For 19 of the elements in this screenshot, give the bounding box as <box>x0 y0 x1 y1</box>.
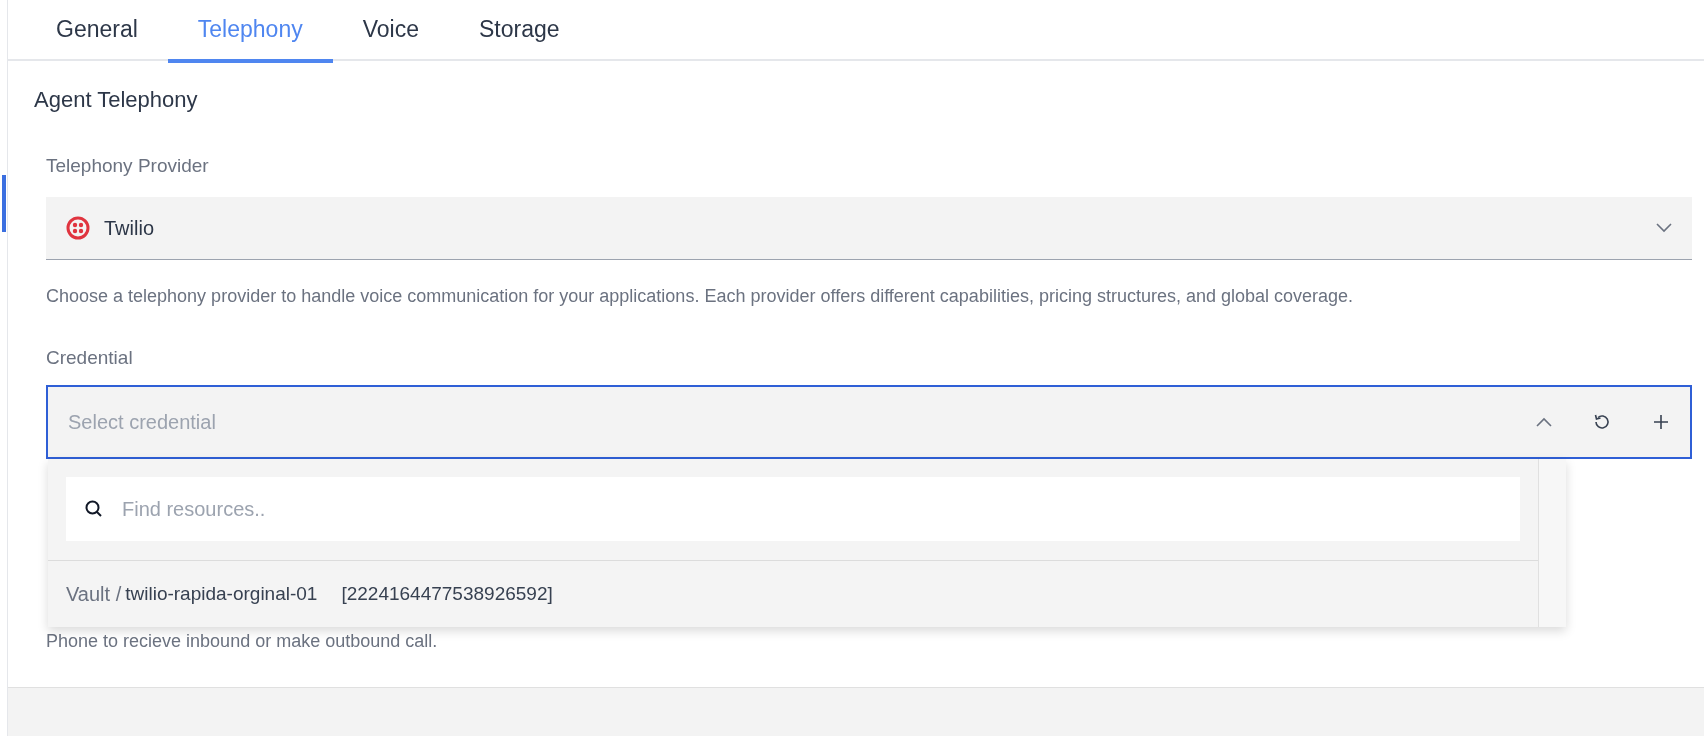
refresh-icon[interactable] <box>1592 412 1612 432</box>
section-title: Agent Telephony <box>34 87 199 113</box>
search-icon <box>84 499 104 519</box>
tab[interactable]: General <box>26 0 168 63</box>
chevron-up-icon <box>1536 417 1552 427</box>
provider-logo-icon <box>66 216 90 240</box>
chevron-down-icon <box>1656 223 1672 233</box>
help-text: Phone to recieve inbound or make outbound call. <box>46 631 439 652</box>
provider-select[interactable]: Twilio <box>46 197 1692 260</box>
field-label: Credential <box>46 347 134 369</box>
active-marker <box>2 175 6 232</box>
tab[interactable]: Storage <box>448 0 590 63</box>
help-text: Choose a telephony provider to handle voice communication for your applications. Each provider offers different capabilities, pricing structures, and global coverage. <box>46 286 1355 307</box>
search-field[interactable]: Find resources.. <box>66 477 1520 541</box>
credential-option[interactable]: Vault / twilio-rapida-orginal-01 [2224164477538926592] <box>48 560 1538 627</box>
tab[interactable]: Voice <box>332 0 449 63</box>
tab[interactable]: Telephony <box>167 0 333 63</box>
field-label: Telephony Provider <box>46 155 210 177</box>
add-icon[interactable] <box>1652 413 1670 431</box>
